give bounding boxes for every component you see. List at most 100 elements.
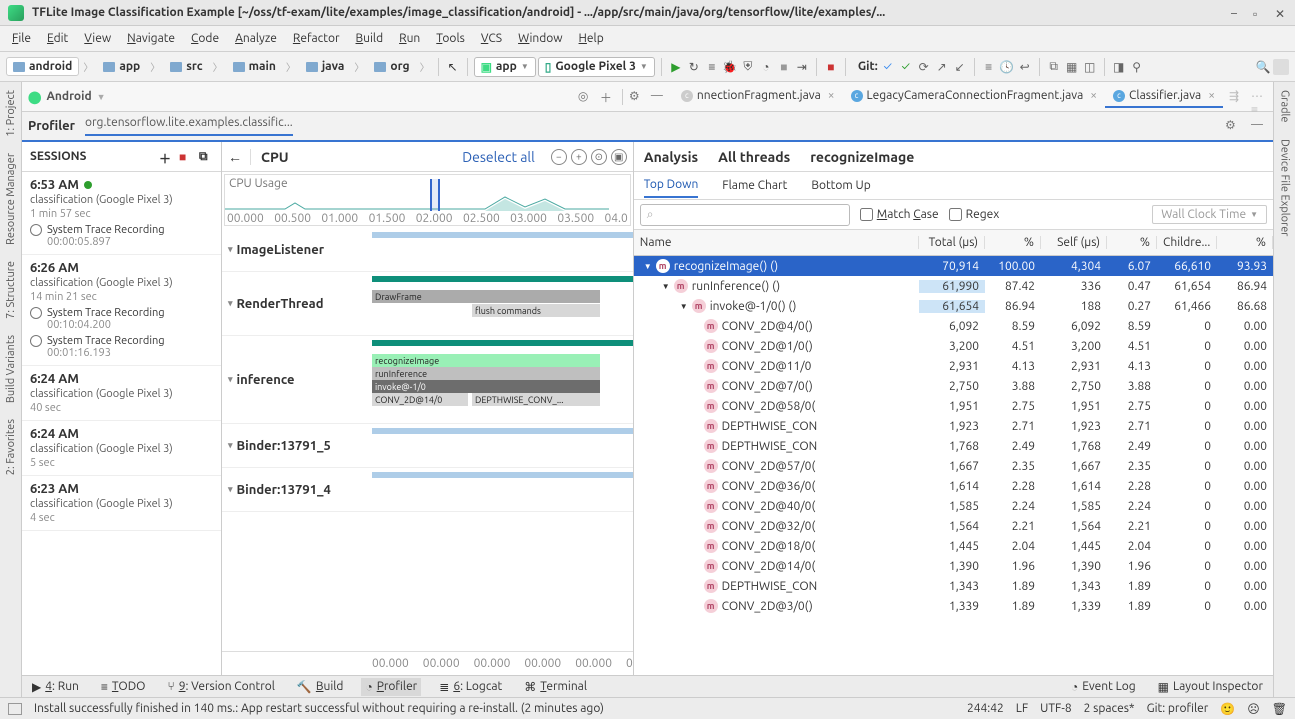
threads-list[interactable]: ▾ImageListener▾RenderThreadDrawFrameflus…: [222, 228, 633, 651]
git-action-1-icon[interactable]: ✓: [898, 59, 914, 75]
deselect-all-link[interactable]: Deselect all: [462, 149, 535, 165]
call-row[interactable]: ▼mrunInference() ()61,99087.423360.4761,…: [634, 276, 1273, 296]
side-gradle[interactable]: Gradle: [1277, 82, 1293, 131]
call-row[interactable]: ▼mrecognizeImage() ()70,914100.004,3046.…: [634, 256, 1273, 276]
col-name[interactable]: Name: [634, 236, 919, 249]
view-tab-Bottom Up[interactable]: Bottom Up: [811, 174, 870, 197]
call-row[interactable]: mCONV_2D@4/0()6,0928.596,0928.5900.00: [634, 316, 1273, 336]
stop-faded-icon[interactable]: ■: [776, 59, 792, 75]
git-action-10-icon[interactable]: ◫: [1082, 59, 1098, 75]
side-7-structure[interactable]: 7: Structure: [3, 253, 19, 327]
git-action-3-icon[interactable]: ↗: [934, 59, 950, 75]
zoom-sel-icon[interactable]: ▣: [611, 149, 627, 165]
profiler-minimize-icon[interactable]: —: [1251, 118, 1267, 134]
inspection-smiley-icon[interactable]: 🙂: [1220, 702, 1235, 716]
col-total[interactable]: Total (µs): [919, 236, 985, 249]
event-log-tab[interactable]: ◔Event Log: [1067, 678, 1140, 696]
side-2-favorites[interactable]: 2: Favorites: [3, 411, 19, 483]
back-button[interactable]: ←: [228, 149, 242, 165]
side-1-project[interactable]: 1: Project: [3, 82, 19, 145]
plus-icon[interactable]: ＋: [600, 89, 616, 105]
bottom-tab-6: Logcat[interactable]: ≣6: Logcat: [435, 678, 506, 696]
bottom-tab-Build[interactable]: 🔨Build: [293, 678, 348, 696]
pin-icon[interactable]: ⇶: [1229, 89, 1245, 105]
trace-item[interactable]: System Trace Recording: [30, 307, 213, 319]
menu-file[interactable]: File: [4, 29, 39, 48]
close-button[interactable]: ✕: [1275, 7, 1287, 19]
zoom-fit-icon[interactable]: ⊙: [591, 149, 607, 165]
status-indent[interactable]: 2 spaces*: [1084, 702, 1135, 715]
menu-edit[interactable]: Edit: [39, 29, 76, 48]
status-caret[interactable]: 244:42: [967, 702, 1004, 715]
view-tab-Flame Chart[interactable]: Flame Chart: [722, 174, 787, 197]
layout-inspector-tab[interactable]: ▦Layout Inspector: [1154, 678, 1267, 696]
col-self-pct[interactable]: %: [1107, 236, 1157, 249]
call-row[interactable]: mCONV_2D@14/0(1,3901.961,3901.9600.00: [634, 556, 1273, 576]
menu-navigate[interactable]: Navigate: [119, 29, 183, 48]
session-item[interactable]: 6:24 AMclassification (Google Pixel 3)5 …: [22, 421, 221, 476]
bottom-tab-Profiler[interactable]: ◔Profiler: [361, 678, 421, 696]
bottom-tab-TODO[interactable]: ≡TODO: [97, 678, 150, 696]
call-row[interactable]: mCONV_2D@18/0(1,4452.041,4452.0400.00: [634, 536, 1273, 556]
call-row[interactable]: mDEPTHWISE_CON1,9232.711,9232.7100.00: [634, 416, 1273, 436]
side-resource-manager[interactable]: Resource Manager: [3, 145, 19, 253]
thread-Binder:13791_5[interactable]: ▾Binder:13791_5: [222, 424, 633, 468]
search-input[interactable]: ⌕: [640, 204, 850, 226]
profile-icon[interactable]: ◔: [758, 59, 774, 75]
status-lf[interactable]: LF: [1016, 702, 1028, 715]
crumb-app[interactable]: app: [97, 58, 146, 75]
stop-session-icon[interactable]: ■: [179, 150, 193, 164]
close-tab-icon[interactable]: ×: [1090, 89, 1097, 102]
crumb-android[interactable]: android: [6, 57, 79, 76]
call-row[interactable]: mCONV_2D@11/02,9314.132,9314.1300.00: [634, 356, 1273, 376]
thread-inference[interactable]: ▾inferencerecognizeImagerunInferenceinvo…: [222, 336, 633, 424]
thread-Binder:13791_4[interactable]: ▾Binder:13791_4: [222, 468, 633, 512]
match-case-checkbox[interactable]: Match Case: [860, 208, 939, 221]
menu-tools[interactable]: Tools: [428, 29, 473, 48]
status-encoding[interactable]: UTF-8: [1040, 702, 1071, 715]
session-item[interactable]: 6:24 AMclassification (Google Pixel 3)40…: [22, 366, 221, 421]
zoom-out-icon[interactable]: −: [551, 149, 567, 165]
bottom-tab-Terminal[interactable]: ⌘Terminal: [520, 678, 591, 696]
call-row[interactable]: mCONV_2D@58/0(1,9512.751,9512.7500.00: [634, 396, 1273, 416]
git-action-9-icon[interactable]: ▦: [1064, 59, 1080, 75]
col-self[interactable]: Self (µs): [1041, 236, 1107, 249]
bottom-tab-4: Run[interactable]: ▶4: Run: [28, 678, 83, 696]
target-icon[interactable]: ◎: [578, 89, 594, 105]
project-view-selector[interactable]: ⬤Android ▼: [28, 90, 106, 104]
more-tabs-icon[interactable]: ⋯≡: [1251, 89, 1267, 105]
call-row[interactable]: mCONV_2D@36/0(1,6142.281,6142.2800.00: [634, 476, 1273, 496]
analysis-tab-recognizeImage[interactable]: recognizeImage: [810, 145, 914, 169]
avatar-icon[interactable]: [1273, 59, 1289, 75]
stop-icon[interactable]: ■: [823, 59, 839, 75]
git-action-4-icon[interactable]: ↙: [952, 59, 968, 75]
call-row[interactable]: mCONV_2D@32/0(1,5642.211,5642.2100.00: [634, 516, 1273, 536]
menu-refactor[interactable]: Refactor: [285, 29, 348, 48]
view-tab-Top Down[interactable]: Top Down: [644, 173, 699, 198]
menu-build[interactable]: Build: [348, 29, 392, 48]
crumb-java[interactable]: java: [300, 58, 351, 75]
call-row[interactable]: mCONV_2D@40/0(1,5852.241,5852.2400.00: [634, 496, 1273, 516]
menu-run[interactable]: Run: [391, 29, 428, 48]
cpu-usage-chart[interactable]: CPU Usage 00.00000.50001.00001.50002.000…: [224, 174, 631, 226]
device-combo[interactable]: ▯Google Pixel 3 ▼: [538, 57, 655, 77]
col-total-pct[interactable]: %: [985, 236, 1041, 249]
thread-RenderThread[interactable]: ▾RenderThreadDrawFrameflush commands: [222, 272, 633, 336]
git-action-7-icon[interactable]: ↩: [1017, 59, 1033, 75]
status-git[interactable]: Git: profiler: [1147, 702, 1209, 715]
rerun-icon[interactable]: ↻: [686, 59, 702, 75]
git-action-0-icon[interactable]: ✓: [880, 59, 896, 75]
memory-indicator-icon[interactable]: 🗑: [1272, 702, 1287, 716]
add-session-icon[interactable]: ＋: [159, 150, 173, 164]
coverage-icon[interactable]: ⛨: [740, 59, 756, 75]
close-tab-icon[interactable]: ×: [828, 89, 835, 102]
call-row[interactable]: mCONV_2D@3/0()1,3391.891,3391.8900.00: [634, 596, 1273, 616]
menu-analyze[interactable]: Analyze: [227, 29, 285, 48]
crumb-org[interactable]: org: [368, 58, 415, 75]
call-row[interactable]: mCONV_2D@1/0()3,2004.513,2004.5100.00: [634, 336, 1273, 356]
menu-code[interactable]: Code: [183, 29, 227, 48]
menu-vcs[interactable]: VCS: [473, 29, 510, 48]
trace-item[interactable]: System Trace Recording: [30, 335, 213, 347]
side-build-variants[interactable]: Build Variants: [3, 327, 19, 411]
search-everywhere-icon[interactable]: 🔍: [1255, 59, 1271, 75]
